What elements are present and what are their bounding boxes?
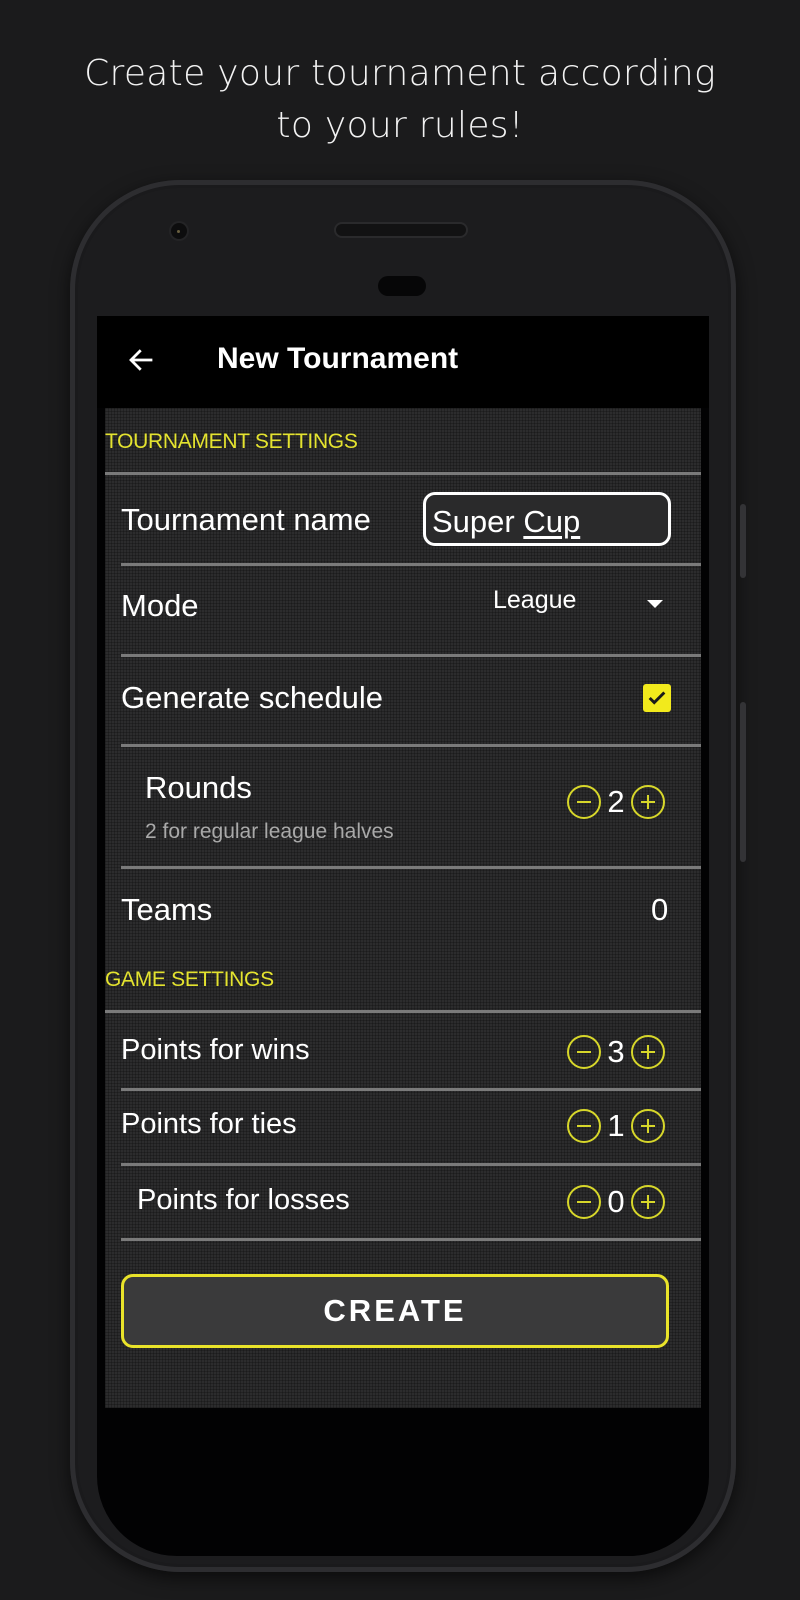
phone-volume-button: [740, 702, 746, 862]
minus-icon: [577, 801, 591, 803]
rounds-stepper: 2: [567, 784, 665, 820]
points-losses-stepper: 0: [567, 1184, 665, 1220]
section-title-tournament: TOURNAMENT SETTINGS: [105, 430, 358, 453]
create-button[interactable]: CREATE: [121, 1274, 669, 1348]
minus-icon: [577, 1125, 591, 1127]
plus-icon: [641, 1119, 655, 1133]
divider: [121, 1238, 701, 1241]
rounds-decrement-button[interactable]: [567, 785, 601, 819]
front-camera-icon: [171, 223, 187, 239]
minus-icon: [577, 1201, 591, 1203]
points-ties-label: Points for ties: [121, 1108, 297, 1140]
rounds-increment-button[interactable]: [631, 785, 665, 819]
mode-dropdown[interactable]: League: [465, 574, 695, 634]
points-wins-stepper: 3: [567, 1034, 665, 1070]
points-losses-value: 0: [607, 1184, 625, 1219]
divider: [121, 1088, 701, 1091]
plus-icon: [641, 795, 655, 809]
page-title: New Tournament: [217, 342, 459, 375]
points-wins-increment-button[interactable]: [631, 1035, 665, 1069]
points-ties-decrement-button[interactable]: [567, 1109, 601, 1143]
app-bar: New Tournament: [97, 316, 709, 408]
back-button[interactable]: [117, 336, 165, 384]
dropdown-caret-icon: [647, 600, 663, 608]
divider: [105, 1010, 701, 1013]
points-losses-label: Points for losses: [137, 1184, 350, 1216]
divider: [121, 1163, 701, 1166]
phone-screen: New Tournament TOURNAMENT SETTINGS Tourn…: [97, 316, 709, 1556]
points-losses-decrement-button[interactable]: [567, 1185, 601, 1219]
arrow-left-icon: [129, 349, 153, 371]
divider: [121, 744, 701, 747]
divider: [121, 866, 701, 869]
divider: [121, 654, 701, 657]
rounds-hint: 2 for regular league halves: [145, 820, 394, 843]
mode-label: Mode: [121, 588, 199, 623]
plus-icon: [641, 1195, 655, 1209]
promo-headline-line1: Create your tournament according: [84, 53, 716, 94]
checkmark-icon: [648, 691, 666, 705]
proximity-sensor: [378, 276, 426, 296]
points-wins-decrement-button[interactable]: [567, 1035, 601, 1069]
rounds-label: Rounds: [145, 770, 252, 805]
rounds-value: 2: [607, 784, 625, 819]
points-ties-value: 1: [607, 1108, 625, 1143]
generate-schedule-checkbox[interactable]: [643, 684, 671, 712]
teams-value: 0: [651, 892, 669, 927]
divider: [105, 472, 701, 475]
points-ties-stepper: 1: [567, 1108, 665, 1144]
points-ties-increment-button[interactable]: [631, 1109, 665, 1143]
phone-power-button: [740, 504, 746, 578]
plus-icon: [641, 1045, 655, 1059]
divider: [121, 563, 701, 566]
points-wins-value: 3: [607, 1034, 625, 1069]
section-title-game: GAME SETTINGS: [105, 968, 274, 991]
minus-icon: [577, 1051, 591, 1053]
generate-schedule-label: Generate schedule: [121, 680, 383, 715]
tournament-name-input[interactable]: Super Cup: [423, 492, 671, 546]
tournament-name-label: Tournament name: [121, 502, 371, 537]
promo-headline-line2: to your rules!: [276, 105, 524, 146]
tournament-name-value-part1: Super: [432, 504, 524, 539]
mode-value: League: [493, 586, 577, 614]
tournament-name-value-part2: Cup: [523, 504, 581, 539]
teams-label: Teams: [121, 892, 213, 927]
points-wins-label: Points for wins: [121, 1034, 310, 1066]
earpiece-speaker: [336, 224, 466, 236]
promo-headline: Create your tournament according to your…: [0, 48, 800, 152]
settings-panel: TOURNAMENT SETTINGS Tournament name Supe…: [105, 408, 701, 1408]
points-losses-increment-button[interactable]: [631, 1185, 665, 1219]
